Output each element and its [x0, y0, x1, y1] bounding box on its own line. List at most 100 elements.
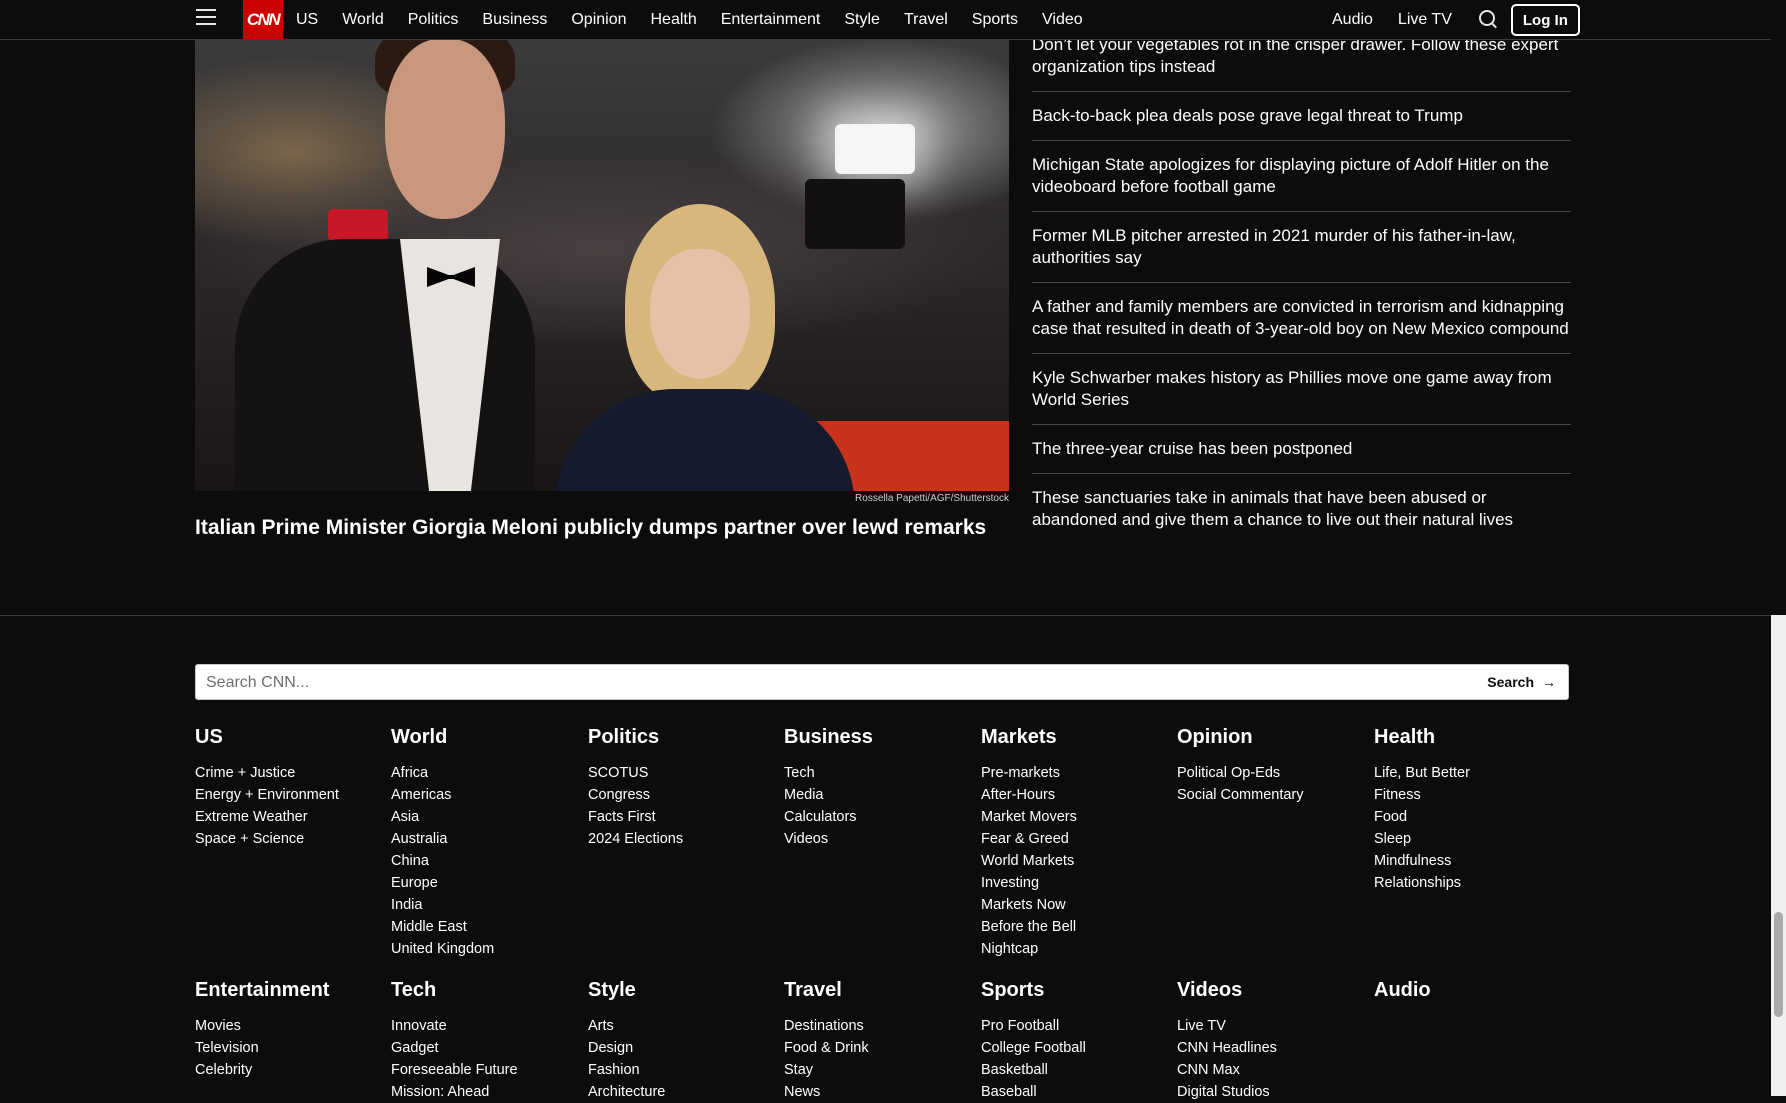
nav-link-live-tv[interactable]: Live TV	[1398, 11, 1452, 29]
footer-heading[interactable]: Politics	[588, 725, 778, 749]
footer-link[interactable]: Space + Science	[195, 828, 385, 850]
nav-link-business[interactable]: Business	[482, 11, 547, 29]
footer-link[interactable]: Crime + Justice	[195, 762, 385, 784]
footer-link[interactable]: Calculators	[784, 806, 974, 828]
footer-link[interactable]: CNN Max	[1177, 1059, 1367, 1081]
footer-link[interactable]: Media	[784, 784, 974, 806]
headline-item[interactable]: These sanctuaries take in animals that h…	[1032, 487, 1571, 544]
footer-link[interactable]: Africa	[391, 762, 581, 784]
footer-heading[interactable]: Videos	[1177, 978, 1367, 1002]
footer-link[interactable]: Fashion	[588, 1059, 778, 1081]
footer-heading[interactable]: Health	[1374, 725, 1564, 749]
footer-link[interactable]: College Football	[981, 1037, 1171, 1059]
scrollbar-track[interactable]	[1771, 615, 1786, 1096]
nav-link-entertainment[interactable]: Entertainment	[721, 11, 821, 29]
scrollbar-thumb[interactable]	[1774, 912, 1783, 1017]
footer-link[interactable]: Celebrity	[195, 1059, 385, 1081]
headline-item[interactable]: A father and family members are convicte…	[1032, 296, 1571, 354]
footer-heading[interactable]: Business	[784, 725, 974, 749]
footer-link[interactable]: Sleep	[1374, 828, 1564, 850]
footer-link[interactable]: United Kingdom	[391, 938, 581, 960]
footer-link[interactable]: Relationships	[1374, 872, 1564, 894]
menu-icon[interactable]	[196, 9, 216, 27]
footer-heading[interactable]: Opinion	[1177, 725, 1367, 749]
footer-link[interactable]: Tech	[784, 762, 974, 784]
footer-link[interactable]: Stay	[784, 1059, 974, 1081]
nav-link-video[interactable]: Video	[1042, 11, 1083, 29]
footer-link[interactable]: Mission: Ahead	[391, 1081, 581, 1103]
footer-link[interactable]: World Markets	[981, 850, 1171, 872]
hero-headline[interactable]: Italian Prime Minister Giorgia Meloni pu…	[195, 515, 1015, 541]
footer-heading[interactable]: World	[391, 725, 581, 749]
headline-item[interactable]: Michigan State apologizes for displaying…	[1032, 154, 1571, 212]
footer-link[interactable]: Facts First	[588, 806, 778, 828]
footer-link[interactable]: Energy + Environment	[195, 784, 385, 806]
nav-link-world[interactable]: World	[342, 11, 384, 29]
footer-heading[interactable]: Tech	[391, 978, 581, 1002]
footer-heading[interactable]: Travel	[784, 978, 974, 1002]
login-button[interactable]: Log In	[1510, 3, 1580, 36]
footer-link[interactable]: Television	[195, 1037, 385, 1059]
headline-item[interactable]: Back-to-back plea deals pose grave legal…	[1032, 105, 1571, 141]
footer-heading[interactable]: US	[195, 725, 385, 749]
footer-link[interactable]: Fear & Greed	[981, 828, 1171, 850]
nav-link-health[interactable]: Health	[651, 11, 697, 29]
nav-link-politics[interactable]: Politics	[408, 11, 459, 29]
footer-link[interactable]: Digital Studios	[1177, 1081, 1367, 1103]
footer-link[interactable]: Australia	[391, 828, 581, 850]
footer-link[interactable]: Social Commentary	[1177, 784, 1367, 806]
footer-search-input[interactable]	[204, 665, 1408, 701]
footer-link[interactable]: After-Hours	[981, 784, 1171, 806]
footer-link[interactable]: Market Movers	[981, 806, 1171, 828]
footer-link[interactable]: Nightcap	[981, 938, 1171, 960]
search-icon[interactable]	[1477, 9, 1499, 31]
footer-link[interactable]: Mindfulness	[1374, 850, 1564, 872]
footer-link[interactable]: Asia	[391, 806, 581, 828]
footer-link[interactable]: Baseball	[981, 1081, 1171, 1103]
footer-link[interactable]: Food & Drink	[784, 1037, 974, 1059]
footer-link[interactable]: Middle East	[391, 916, 581, 938]
footer-link[interactable]: Before the Bell	[981, 916, 1171, 938]
nav-link-opinion[interactable]: Opinion	[571, 11, 626, 29]
footer-link[interactable]: Destinations	[784, 1015, 974, 1037]
footer-heading[interactable]: Markets	[981, 725, 1171, 749]
footer-search-button[interactable]: Search →	[1487, 665, 1556, 699]
footer-link[interactable]: Congress	[588, 784, 778, 806]
headline-item[interactable]: The three-year cruise has been postponed	[1032, 438, 1571, 474]
footer-link[interactable]: Basketball	[981, 1059, 1171, 1081]
footer-link[interactable]: Videos	[784, 828, 974, 850]
footer-link[interactable]: Fitness	[1374, 784, 1564, 806]
footer-link[interactable]: Markets Now	[981, 894, 1171, 916]
nav-link-us[interactable]: US	[296, 11, 318, 29]
footer-link[interactable]: Architecture	[588, 1081, 778, 1103]
footer-link[interactable]: Foreseeable Future	[391, 1059, 581, 1081]
footer-heading[interactable]: Audio	[1374, 978, 1564, 1002]
footer-link[interactable]: CNN Headlines	[1177, 1037, 1367, 1059]
footer-link[interactable]: Extreme Weather	[195, 806, 385, 828]
footer-heading[interactable]: Style	[588, 978, 778, 1002]
footer-link[interactable]: Innovate	[391, 1015, 581, 1037]
footer-link[interactable]: Pre-markets	[981, 762, 1171, 784]
footer-link[interactable]: Gadget	[391, 1037, 581, 1059]
footer-link[interactable]: India	[391, 894, 581, 916]
footer-link[interactable]: Food	[1374, 806, 1564, 828]
headline-item[interactable]: Former MLB pitcher arrested in 2021 murd…	[1032, 225, 1571, 283]
footer-link[interactable]: Movies	[195, 1015, 385, 1037]
footer-link[interactable]: Americas	[391, 784, 581, 806]
footer-link[interactable]: China	[391, 850, 581, 872]
cnn-logo[interactable]: CNN	[243, 0, 283, 39]
footer-link[interactable]: Pro Football	[981, 1015, 1171, 1037]
footer-link[interactable]: Arts	[588, 1015, 778, 1037]
hero-image[interactable]	[195, 39, 1009, 491]
footer-link[interactable]: Life, But Better	[1374, 762, 1564, 784]
footer-link[interactable]: News	[784, 1081, 974, 1103]
footer-heading[interactable]: Sports	[981, 978, 1171, 1002]
footer-link[interactable]: Live TV	[1177, 1015, 1367, 1037]
headline-item[interactable]: Kyle Schwarber makes history as Phillies…	[1032, 367, 1571, 425]
footer-link[interactable]: SCOTUS	[588, 762, 778, 784]
nav-link-style[interactable]: Style	[844, 11, 880, 29]
footer-link[interactable]: Political Op-Eds	[1177, 762, 1367, 784]
footer-link[interactable]: Investing	[981, 872, 1171, 894]
nav-link-travel[interactable]: Travel	[904, 11, 948, 29]
footer-link[interactable]: Europe	[391, 872, 581, 894]
